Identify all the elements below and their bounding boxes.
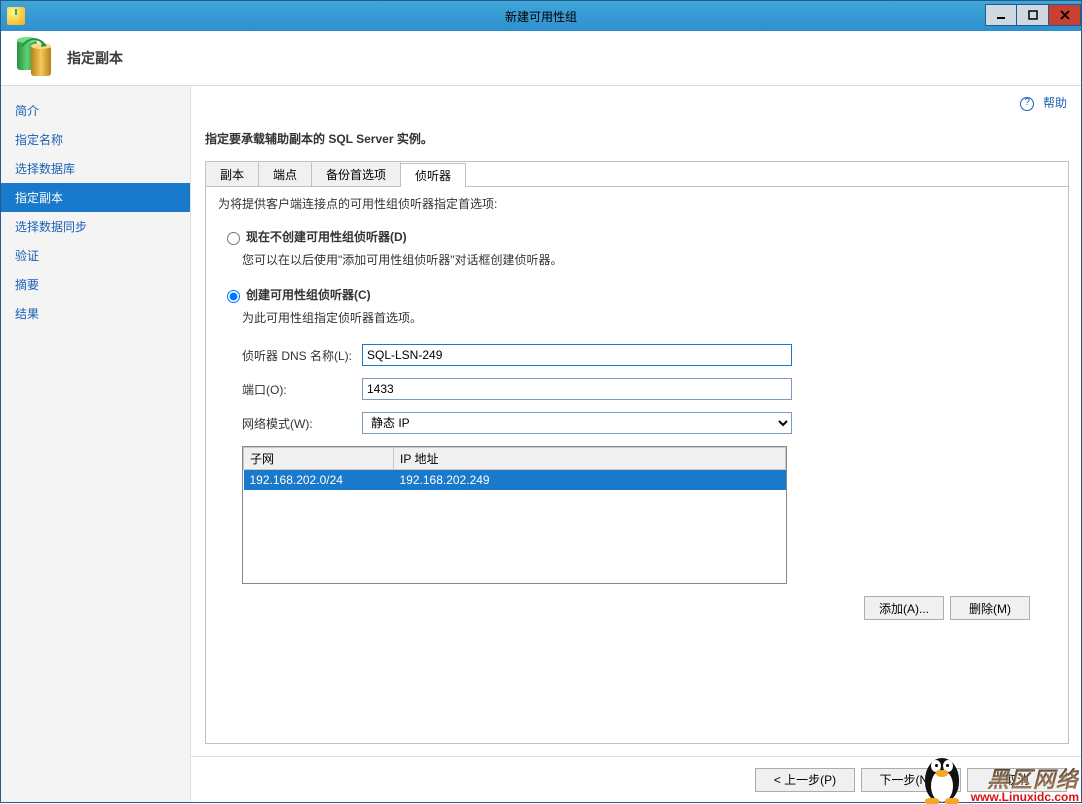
wizard-header: 指定副本 xyxy=(1,31,1081,86)
tab-strip: 副本 端点 备份首选项 侦听器 xyxy=(206,162,1068,187)
radio-no-listener-sub: 您可以在以后使用"添加可用性组侦听器"对话框创建侦听器。 xyxy=(242,251,1056,268)
netmode-label: 网络模式(W): xyxy=(242,415,362,432)
wizard-body: 简介 指定名称 选择数据库 指定副本 选择数据同步 验证 摘要 结果 ?帮助 指… xyxy=(1,86,1081,802)
main-content: ?帮助 指定要承载辅助副本的 SQL Server 实例。 副本 端点 备份首选… xyxy=(191,86,1081,802)
dns-name-label: 侦听器 DNS 名称(L): xyxy=(242,347,362,364)
sidebar-item-data-sync[interactable]: 选择数据同步 xyxy=(1,212,190,241)
maximize-button[interactable] xyxy=(1017,4,1049,26)
sidebar-item-intro[interactable]: 简介 xyxy=(1,96,190,125)
sidebar-item-summary[interactable]: 摘要 xyxy=(1,270,190,299)
radio-no-listener[interactable] xyxy=(227,232,240,245)
radio-create-listener[interactable] xyxy=(227,290,240,303)
tab-listener[interactable]: 侦听器 xyxy=(401,163,466,187)
sidebar-item-name[interactable]: 指定名称 xyxy=(1,125,190,154)
add-button[interactable]: 添加(A)... xyxy=(864,596,944,620)
tab-panel: 副本 端点 备份首选项 侦听器 为将提供客户端连接点的可用性组侦听器指定首选项:… xyxy=(205,161,1069,744)
radio-no-listener-label: 现在不创建可用性组侦听器(D) xyxy=(246,228,407,245)
col-ip[interactable]: IP 地址 xyxy=(394,448,786,470)
cell-subnet: 192.168.202.0/24 xyxy=(244,470,394,491)
listener-desc: 为将提供客户端连接点的可用性组侦听器指定首选项: xyxy=(218,195,1056,212)
port-input[interactable] xyxy=(362,378,792,400)
sidebar-item-results[interactable]: 结果 xyxy=(1,299,190,328)
port-label: 端口(O): xyxy=(242,381,362,398)
netmode-select[interactable]: 静态 IP xyxy=(362,412,792,434)
remove-button[interactable]: 删除(M) xyxy=(950,596,1030,620)
window-title: 新建可用性组 xyxy=(505,8,577,25)
prev-button[interactable]: < 上一步(P) xyxy=(755,768,855,792)
close-button[interactable] xyxy=(1049,4,1081,26)
database-replica-icon xyxy=(15,38,55,78)
cell-ip: 192.168.202.249 xyxy=(394,470,786,491)
sidebar-item-validation[interactable]: 验证 xyxy=(1,241,190,270)
sidebar-item-replicas[interactable]: 指定副本 xyxy=(1,183,190,212)
wizard-window: 新建可用性组 指定副本 简介 指定名称 选择数据库 指定副本 选择数据同步 验证… xyxy=(0,0,1082,803)
wizard-footer: < 上一步(P) 下一步(N) > 取消 黑区网络 www.Linuxidc.c… xyxy=(191,756,1081,802)
radio-row-no-listener[interactable]: 现在不创建可用性组侦听器(D) xyxy=(222,228,1056,245)
instruction-text: 指定要承载辅助副本的 SQL Server 实例。 xyxy=(205,130,1081,147)
dns-name-input[interactable] xyxy=(362,344,792,366)
next-button[interactable]: 下一步(N) > xyxy=(861,768,961,792)
tab-endpoints[interactable]: 端点 xyxy=(259,162,312,186)
window-controls xyxy=(985,5,1081,27)
help-label: 帮助 xyxy=(1043,96,1067,110)
app-icon xyxy=(7,7,25,25)
minimize-button[interactable] xyxy=(985,4,1017,26)
sidebar-item-select-db[interactable]: 选择数据库 xyxy=(1,154,190,183)
page-title: 指定副本 xyxy=(67,48,123,68)
radio-create-listener-sub: 为此可用性组指定侦听器首选项。 xyxy=(242,309,1056,326)
radio-create-listener-label: 创建可用性组侦听器(C) xyxy=(246,286,371,303)
listener-tab-content: 为将提供客户端连接点的可用性组侦听器指定首选项: 现在不创建可用性组侦听器(D)… xyxy=(206,187,1068,743)
grid-button-row: 添加(A)... 删除(M) xyxy=(218,596,1030,620)
step-sidebar: 简介 指定名称 选择数据库 指定副本 选择数据同步 验证 摘要 结果 xyxy=(1,86,191,802)
col-subnet[interactable]: 子网 xyxy=(244,448,394,470)
help-link[interactable]: ?帮助 xyxy=(1020,94,1067,111)
cancel-button[interactable]: 取消 xyxy=(967,768,1067,792)
grid-row[interactable]: 192.168.202.0/24 192.168.202.249 xyxy=(244,470,786,491)
tab-replicas[interactable]: 副本 xyxy=(206,162,259,186)
titlebar: 新建可用性组 xyxy=(1,1,1081,31)
ip-grid[interactable]: 子网 IP 地址 192.168.202.0/24 192.168.202.24… xyxy=(242,446,787,584)
watermark-url: www.Linuxidc.com xyxy=(971,790,1079,804)
radio-row-create-listener[interactable]: 创建可用性组侦听器(C) xyxy=(222,286,1056,303)
tab-backup-prefs[interactable]: 备份首选项 xyxy=(312,162,401,186)
